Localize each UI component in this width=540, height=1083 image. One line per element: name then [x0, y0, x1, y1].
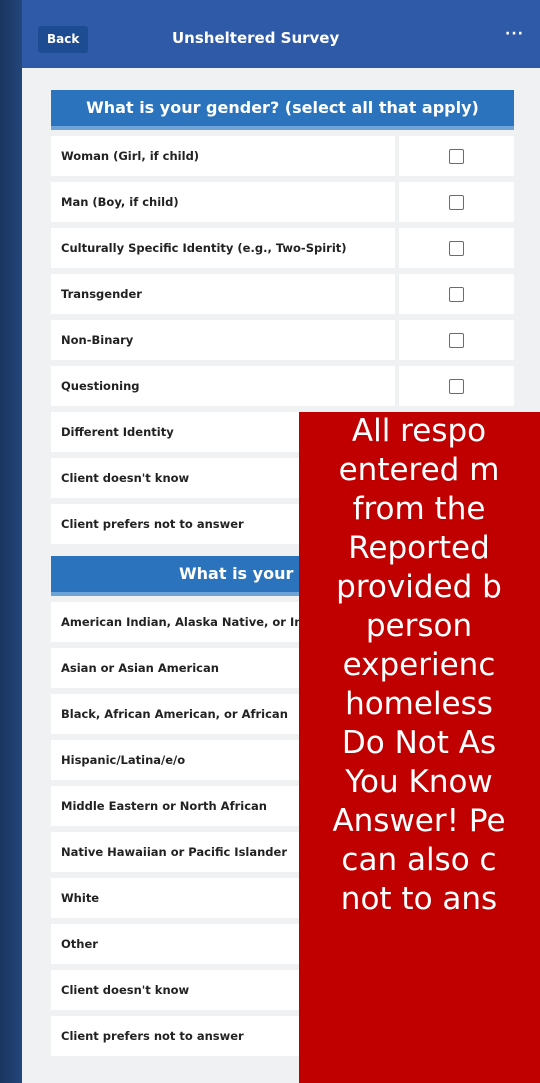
callout-line: Reported: [348, 530, 490, 566]
checkbox-cell: [399, 366, 514, 406]
gender-option-row: Man (Boy, if child): [51, 182, 514, 222]
gender-option-row: Questioning: [51, 366, 514, 406]
checkbox-cell: [399, 228, 514, 268]
callout-line: can also c: [341, 842, 497, 878]
callout-line: Answer! Pe: [332, 803, 506, 839]
gender-checkbox[interactable]: [449, 149, 464, 164]
gender-checkbox[interactable]: [449, 241, 464, 256]
gender-option-label: Non-Binary: [51, 320, 395, 360]
gender-option-label: Questioning: [51, 366, 395, 406]
back-button[interactable]: Back: [38, 26, 89, 53]
gender-option-label: Man (Boy, if child): [51, 182, 395, 222]
gender-checkbox[interactable]: [449, 287, 464, 302]
gender-checkbox[interactable]: [449, 379, 464, 394]
more-menu-icon[interactable]: ···: [505, 26, 524, 42]
gender-question-header: What is your gender? (select all that ap…: [51, 90, 514, 130]
callout-line: You Know: [345, 764, 493, 800]
checkbox-cell: [399, 182, 514, 222]
gender-checkbox[interactable]: [449, 195, 464, 210]
gender-option-row: Non-Binary: [51, 320, 514, 360]
checkbox-cell: [399, 320, 514, 360]
gender-option-row: Woman (Girl, if child): [51, 136, 514, 176]
callout-line: not to ans: [340, 881, 498, 917]
gender-option-label: Woman (Girl, if child): [51, 136, 395, 176]
desktop-background: [0, 0, 22, 1083]
callout-line: entered m: [338, 452, 500, 488]
callout-line: homeless: [345, 686, 493, 722]
gender-checkbox[interactable]: [449, 333, 464, 348]
callout-line: person: [365, 608, 473, 644]
callout-line: from the: [352, 491, 486, 527]
callout-line: Do Not As: [341, 725, 497, 761]
gender-option-label: Culturally Specific Identity (e.g., Two-…: [51, 228, 395, 268]
callout-line: provided b: [336, 569, 502, 605]
checkbox-cell: [399, 274, 514, 314]
nav-bar: Back Unsheltered Survey ···: [22, 0, 540, 68]
page-title: Unsheltered Survey: [172, 29, 340, 47]
gender-option-label: Transgender: [51, 274, 395, 314]
instruction-callout: All respo entered m from the Reported pr…: [299, 412, 540, 1083]
gender-option-row: Transgender: [51, 274, 514, 314]
callout-line: experienc: [342, 647, 496, 683]
gender-option-row: Culturally Specific Identity (e.g., Two-…: [51, 228, 514, 268]
checkbox-cell: [399, 136, 514, 176]
callout-line: All respo: [351, 413, 487, 449]
callout-text: All respo entered m from the Reported pr…: [299, 412, 540, 919]
